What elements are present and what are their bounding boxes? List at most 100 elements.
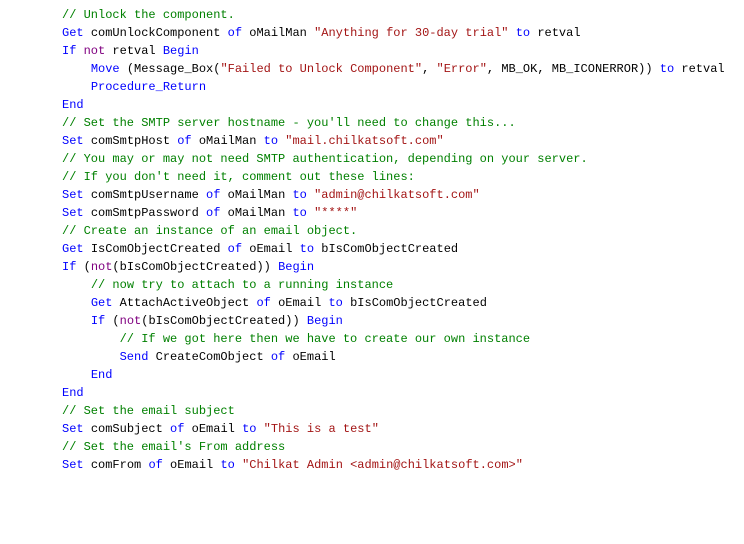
code-line: End <box>62 366 744 384</box>
code-token: ( <box>112 260 119 274</box>
code-token: comSubject <box>91 422 163 436</box>
code-token: bIsComObjectCreated <box>321 242 458 256</box>
code-token: to <box>220 458 234 472</box>
code-token <box>292 242 299 256</box>
code-token <box>192 134 199 148</box>
code-token: Set <box>62 458 84 472</box>
code-token <box>220 242 227 256</box>
code-token: retval <box>537 26 580 40</box>
code-token <box>84 206 91 220</box>
code-token: to <box>660 62 674 76</box>
code-token: bIsComObjectCreated <box>148 314 285 328</box>
code-token <box>163 422 170 436</box>
code-token: oEmail <box>170 458 213 472</box>
code-token <box>148 350 155 364</box>
code-token: to <box>292 188 306 202</box>
code-token <box>220 206 227 220</box>
code-token: of <box>206 206 220 220</box>
code-token: Message_Box <box>134 62 213 76</box>
code-token: Set <box>62 206 84 220</box>
code-token: )) <box>638 62 660 76</box>
code-token: Get <box>62 242 84 256</box>
code-token <box>84 458 91 472</box>
code-token <box>256 134 263 148</box>
code-line: End <box>62 384 744 402</box>
code-line: If (not(bIsComObjectCreated)) Begin <box>62 258 744 276</box>
code-token: retval <box>681 62 724 76</box>
code-line: // Unlock the component. <box>62 6 744 24</box>
code-token: End <box>91 368 113 382</box>
code-token: MB_OK <box>501 62 537 76</box>
code-token: // Create an instance of an email object… <box>62 224 357 238</box>
code-line: Get comUnlockComponent of oMailMan "Anyt… <box>62 24 744 42</box>
code-line: Get AttachActiveObject of oEmail to bIsC… <box>62 294 744 312</box>
code-token: Send <box>120 350 149 364</box>
code-line: Set comSubject of oEmail to "This is a t… <box>62 420 744 438</box>
code-token <box>76 44 83 58</box>
code-token <box>184 422 191 436</box>
code-token <box>199 188 206 202</box>
code-token: to <box>292 206 306 220</box>
code-token <box>220 188 227 202</box>
code-token <box>84 188 91 202</box>
code-token <box>264 350 271 364</box>
code-token: "mail.chilkatsoft.com" <box>285 134 443 148</box>
code-token <box>84 26 91 40</box>
code-token: of <box>228 242 242 256</box>
code-line: Move (Message_Box("Failed to Unlock Comp… <box>62 60 744 78</box>
code-token <box>256 422 263 436</box>
code-token: "admin@chilkatsoft.com" <box>314 188 480 202</box>
code-token: "Anything for 30-day trial" <box>314 26 508 40</box>
code-token <box>220 26 227 40</box>
code-token: oMailMan <box>228 206 286 220</box>
code-token: oMailMan <box>249 26 307 40</box>
code-token: of <box>177 134 191 148</box>
code-token: comSmtpUsername <box>91 188 199 202</box>
code-token <box>112 296 119 310</box>
code-token: Get <box>91 296 113 310</box>
code-token: to <box>264 134 278 148</box>
code-line: Set comFrom of oEmail to "Chilkat Admin … <box>62 456 744 474</box>
code-token: ( <box>105 314 119 328</box>
code-token: // Set the email's From address <box>62 440 285 454</box>
code-token: retval <box>112 44 155 58</box>
code-line: // You may or may not need SMTP authenti… <box>62 150 744 168</box>
code-token: AttachActiveObject <box>120 296 250 310</box>
code-line: Set comSmtpUsername of oMailMan to "admi… <box>62 186 744 204</box>
code-token: of <box>271 350 285 364</box>
code-token: bIsComObjectCreated <box>350 296 487 310</box>
code-token: Set <box>62 422 84 436</box>
code-token: // If we got here then we have to create… <box>120 332 530 346</box>
code-line: // now try to attach to a running instan… <box>62 276 744 294</box>
code-token: // Set the email subject <box>62 404 235 418</box>
code-token <box>343 296 350 310</box>
code-line: // Create an instance of an email object… <box>62 222 744 240</box>
code-token: Move <box>91 62 120 76</box>
code-token: of <box>256 296 270 310</box>
code-token: oMailMan <box>199 134 257 148</box>
code-token: "****" <box>314 206 357 220</box>
code-line: // If we got here then we have to create… <box>62 330 744 348</box>
code-token: If <box>62 44 76 58</box>
code-token: If <box>91 314 105 328</box>
code-token: oEmail <box>278 296 321 310</box>
code-line: // Set the email subject <box>62 402 744 420</box>
code-token: End <box>62 98 84 112</box>
code-token: End <box>62 386 84 400</box>
code-token <box>509 26 516 40</box>
code-token: // Unlock the component. <box>62 8 235 22</box>
code-token <box>307 188 314 202</box>
code-token: to <box>516 26 530 40</box>
code-line: // Set the SMTP server hostname - you'll… <box>62 114 744 132</box>
code-token: If <box>62 260 76 274</box>
code-token: comUnlockComponent <box>91 26 221 40</box>
code-token: not <box>84 44 106 58</box>
code-token: bIsComObjectCreated <box>120 260 257 274</box>
code-token: // If you don't need it, comment out the… <box>62 170 415 184</box>
code-line: Set comSmtpHost of oMailMan to "mail.chi… <box>62 132 744 150</box>
code-token: Procedure_Return <box>91 80 206 94</box>
code-token <box>271 296 278 310</box>
code-token: oMailMan <box>228 188 286 202</box>
code-token: "Failed to Unlock Component" <box>220 62 422 76</box>
code-token: not <box>91 260 113 274</box>
